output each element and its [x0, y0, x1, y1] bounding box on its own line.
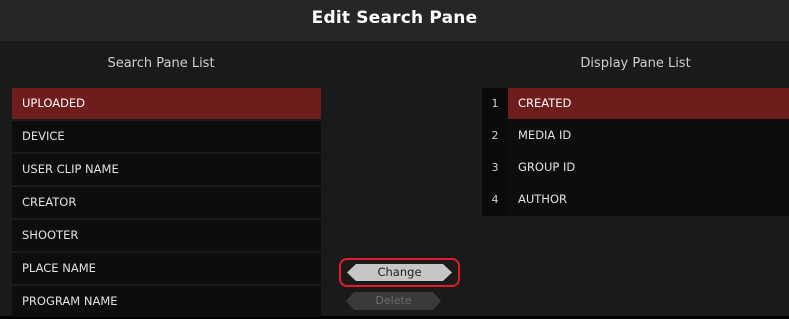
display-item-index: 2 [482, 120, 508, 151]
display-item-label: GROUP ID [508, 152, 789, 183]
delete-button[interactable]: Delete [346, 292, 441, 310]
search-item-place-name[interactable]: PLACE NAME [12, 253, 321, 284]
display-item-media-id[interactable]: 2 MEDIA ID [482, 120, 789, 151]
display-item-index: 3 [482, 152, 508, 183]
display-pane-list: 1 CREATED 2 MEDIA ID 3 GROUP ID 4 AUTHOR [482, 88, 789, 216]
display-item-index: 4 [482, 184, 508, 215]
search-item-device[interactable]: DEVICE [12, 121, 321, 152]
display-item-index: 1 [482, 88, 508, 119]
search-item-program-name[interactable]: PROGRAM NAME [12, 286, 321, 317]
display-item-label: CREATED [508, 88, 789, 119]
dialog-title: Edit Search Pane [311, 8, 478, 28]
change-button[interactable]: Change [347, 264, 452, 281]
search-item-user-clip-name[interactable]: USER CLIP NAME [12, 154, 321, 185]
display-item-group-id[interactable]: 3 GROUP ID [482, 152, 789, 183]
change-button-highlight: Change [339, 258, 460, 287]
search-item-uploaded[interactable]: UPLOADED [12, 88, 321, 119]
display-item-label: MEDIA ID [508, 120, 789, 151]
display-item-author[interactable]: 4 AUTHOR [482, 184, 789, 215]
search-pane-list: UPLOADED DEVICE USER CLIP NAME CREATOR S… [12, 88, 321, 319]
search-pane-list-header: Search Pane List [107, 56, 215, 71]
display-item-created[interactable]: 1 CREATED [482, 88, 789, 119]
search-item-creator[interactable]: CREATOR [12, 187, 321, 218]
search-item-shooter[interactable]: SHOOTER [12, 220, 321, 251]
display-item-label: AUTHOR [508, 184, 789, 215]
display-pane-list-header: Display Pane List [580, 56, 691, 71]
